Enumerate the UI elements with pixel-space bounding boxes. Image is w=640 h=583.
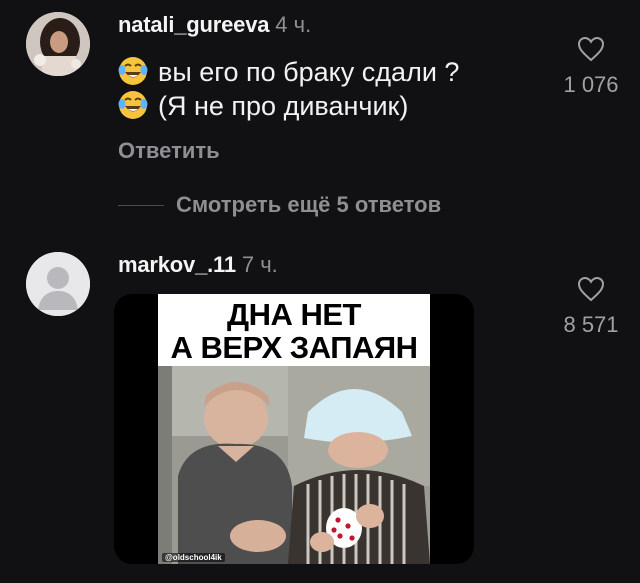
username[interactable]: markov_.11 [118,252,236,277]
comment-header: natali_gureeva 4 ч. [118,12,311,38]
like-count: 1 076 [563,72,619,97]
timestamp: 4 ч. [275,12,312,37]
username[interactable]: natali_gureeva [118,12,269,37]
user-silhouette-icon [26,252,90,316]
meme-caption: ДНА НЕТ А ВЕРХ ЗАПАЯН [158,298,430,364]
meme-watermark: @oldschool4ik [162,553,225,562]
like-column: 1 076 [546,36,636,98]
view-more-replies[interactable]: Смотреть ещё 5 ответов [118,190,441,220]
comment-text-line: вы его по браку сдали ? [118,56,459,88]
meme-image: ДНА НЕТ А ВЕРХ ЗАПАЯН @oldschool4ik [158,294,430,564]
avatar[interactable] [26,252,90,316]
like-column: 8 571 [546,276,636,338]
laughing-tears-emoji-icon [118,57,148,85]
comments-screen: natali_gureeva 4 ч. вы его по браку сдали… [0,0,640,583]
view-more-replies-label[interactable]: Смотреть ещё 5 ответов [176,192,441,218]
heart-outline-icon[interactable] [577,36,605,62]
meme-photo [158,366,430,564]
reply-button[interactable]: Ответить [118,138,220,164]
avatar[interactable] [26,12,90,76]
laughing-tears-emoji-icon [118,91,148,119]
like-count: 8 571 [563,312,619,337]
divider [118,204,164,206]
comment-header: markov_.11 7 ч. [118,252,278,278]
comment-text: вы его по браку сдали ? [158,57,460,87]
comment-media[interactable]: ДНА НЕТ А ВЕРХ ЗАПАЯН @oldschool4ik [114,294,474,564]
timestamp: 7 ч. [241,252,278,277]
heart-outline-icon[interactable] [577,276,605,302]
avatar-photo-icon [26,12,90,76]
comment-text: (Я не про диванчик) [158,91,409,121]
comment-text-line: (Я не про диванчик) [118,90,408,122]
meme-caption-line: ДНА НЕТ [227,297,361,332]
meme-caption-line: А ВЕРХ ЗАПАЯН [170,330,418,365]
